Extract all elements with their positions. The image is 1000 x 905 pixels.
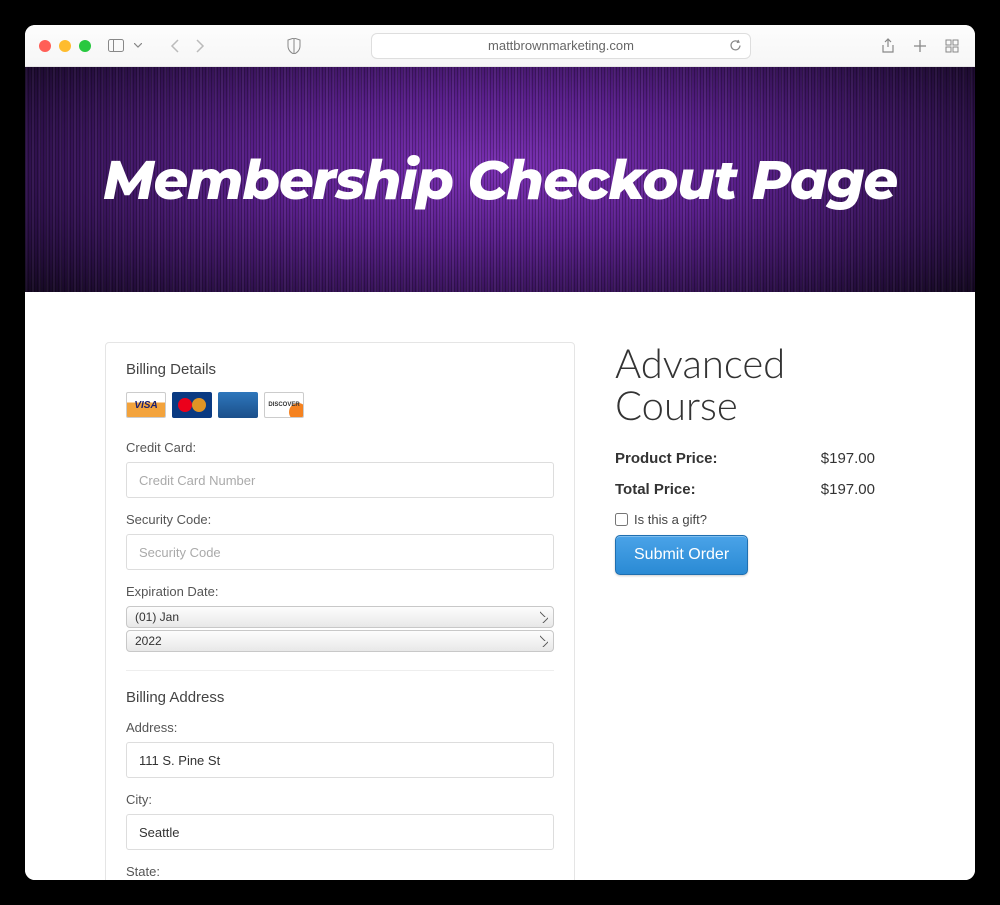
credit-card-label: Credit Card:	[126, 440, 554, 455]
new-tab-icon[interactable]	[911, 37, 929, 55]
mastercard-icon	[172, 392, 212, 418]
forward-button[interactable]	[191, 37, 209, 55]
page-title: Membership Checkout Page	[103, 147, 897, 213]
tab-overview-icon[interactable]	[943, 37, 961, 55]
gift-option[interactable]: Is this a gift?	[615, 512, 875, 527]
address-input[interactable]	[126, 742, 554, 778]
city-input[interactable]	[126, 814, 554, 850]
visa-icon: VISA	[126, 392, 166, 418]
exp-month-select[interactable]: (01) Jan	[126, 606, 554, 628]
city-label: City:	[126, 792, 554, 807]
address-label: Address:	[126, 720, 554, 735]
shield-icon[interactable]	[285, 37, 303, 55]
submit-order-button[interactable]: Submit Order	[615, 535, 748, 575]
section-divider	[126, 670, 554, 671]
order-summary: Advanced Course Product Price: $197.00 T…	[615, 342, 875, 880]
billing-address-header: Billing Address	[126, 689, 554, 706]
maximize-window-button[interactable]	[79, 40, 91, 52]
total-price-value: $197.00	[821, 481, 875, 498]
product-price-row: Product Price: $197.00	[615, 450, 875, 467]
gift-label: Is this a gift?	[634, 512, 707, 527]
amex-icon	[218, 392, 258, 418]
checkout-content: Billing Details VISA DISCOVER Credit Car…	[25, 292, 975, 880]
total-price-label: Total Price:	[615, 481, 696, 498]
minimize-window-button[interactable]	[59, 40, 71, 52]
credit-card-input[interactable]	[126, 462, 554, 498]
reload-icon[interactable]	[726, 37, 744, 55]
product-price-label: Product Price:	[615, 450, 718, 467]
security-code-input[interactable]	[126, 534, 554, 570]
gift-checkbox[interactable]	[615, 513, 628, 526]
url-text: mattbrownmarketing.com	[488, 38, 634, 53]
total-price-row: Total Price: $197.00	[615, 481, 875, 498]
product-name: Advanced Course	[615, 342, 875, 426]
security-code-label: Security Code:	[126, 512, 554, 527]
billing-panel: Billing Details VISA DISCOVER Credit Car…	[105, 342, 575, 880]
browser-window: mattbrownmarketing.com Membership Checko…	[25, 25, 975, 880]
state-label: State:	[126, 864, 554, 879]
product-price-value: $197.00	[821, 450, 875, 467]
close-window-button[interactable]	[39, 40, 51, 52]
sidebar-toggle-icon[interactable]	[107, 37, 125, 55]
traffic-lights	[39, 40, 91, 52]
share-icon[interactable]	[879, 37, 897, 55]
hero-banner: Membership Checkout Page	[25, 67, 975, 292]
discover-icon: DISCOVER	[264, 392, 304, 418]
accepted-cards: VISA DISCOVER	[126, 392, 554, 418]
address-bar[interactable]: mattbrownmarketing.com	[371, 33, 751, 59]
billing-details-header: Billing Details	[126, 361, 554, 378]
chevron-down-icon[interactable]	[133, 37, 143, 55]
expiration-label: Expiration Date:	[126, 584, 554, 599]
exp-year-select[interactable]: 2022	[126, 630, 554, 652]
browser-chrome: mattbrownmarketing.com	[25, 25, 975, 67]
back-button[interactable]	[165, 37, 183, 55]
